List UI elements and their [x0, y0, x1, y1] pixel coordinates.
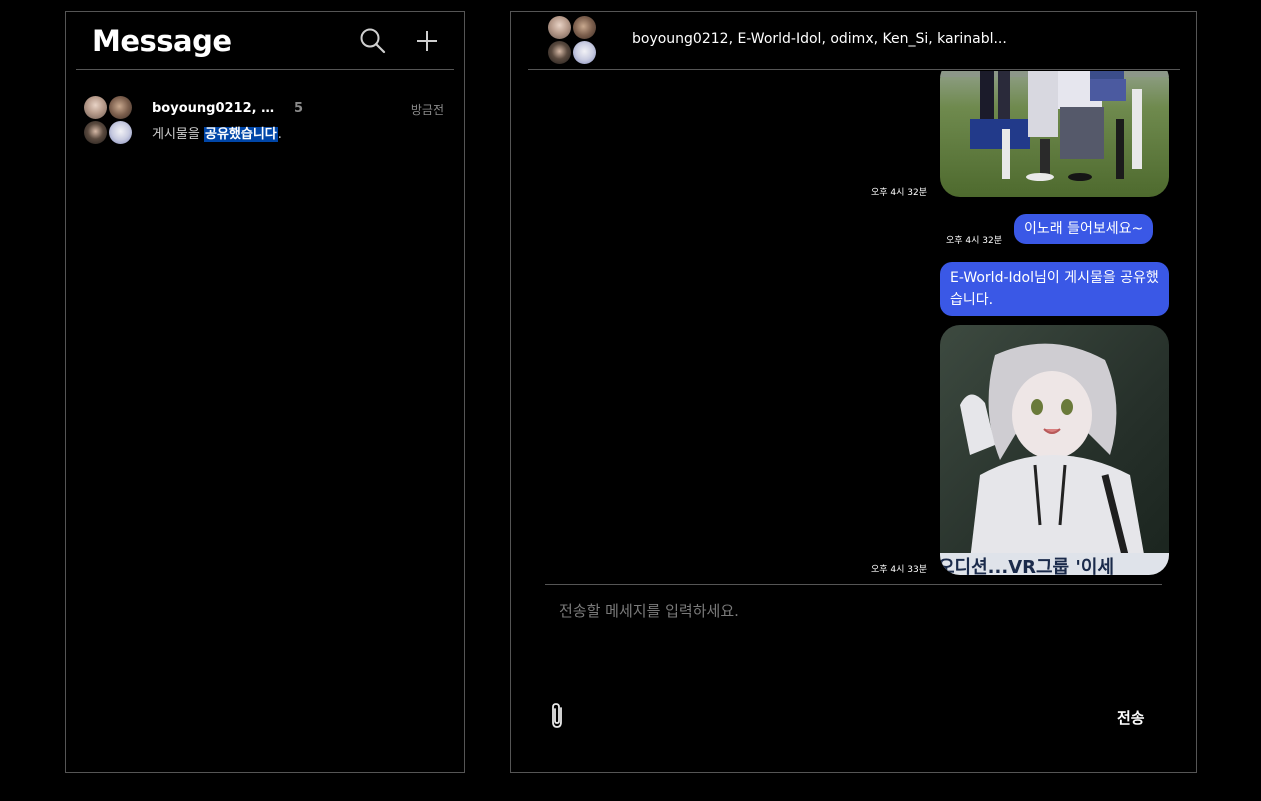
avatar	[109, 96, 132, 119]
paperclip-icon[interactable]	[547, 702, 569, 730]
message-bubble[interactable]: E-World-Idol님이 게시물을 공유했습니다.	[940, 262, 1169, 316]
group-avatar	[548, 16, 598, 66]
shared-image-message[interactable]	[940, 71, 1169, 197]
conversation-time: 방금전	[410, 103, 444, 117]
group-avatar	[84, 96, 134, 146]
preview-suffix: .	[277, 127, 282, 142]
new-message-plus-icon[interactable]	[412, 26, 442, 56]
preview-highlight: 공유했습니다	[203, 127, 278, 142]
message-time: 오후 4시 32분	[946, 236, 1003, 246]
avatar	[548, 41, 571, 64]
avatar	[573, 16, 596, 39]
message-time: 오후 4시 33분	[871, 565, 928, 575]
conversation-preview: 게시물을 공유했습니다.	[152, 123, 282, 142]
search-icon[interactable]	[358, 26, 388, 56]
message-bubble[interactable]: 이노래 들어보세요~	[1014, 214, 1154, 244]
avatar	[548, 16, 571, 39]
chat-room-title: boyoung0212, E-World-Idol, odimx, Ken_Si…	[632, 31, 1007, 47]
avatar-character-photo-icon	[940, 325, 1169, 575]
shared-image-message[interactable]: 오디션...VR그룹 '이세	[940, 325, 1169, 575]
conversation-name: boyoung0212, E-...	[152, 101, 280, 116]
message-time: 오후 4시 32분	[871, 188, 928, 198]
message-input[interactable]	[547, 594, 1157, 694]
avatar	[573, 41, 596, 64]
page-title: Message	[92, 24, 232, 58]
conversation-list-header: Message	[76, 12, 454, 70]
image-caption: 오디션...VR그룹 '이세	[940, 557, 1115, 575]
conversation-item[interactable]: boyoung0212, E-... 5 방금전 게시물을 공유했습니다.	[76, 94, 446, 148]
avatar	[84, 121, 107, 144]
unread-count-badge: 5	[294, 101, 304, 116]
avatar	[84, 96, 107, 119]
send-button[interactable]: 전송	[1117, 707, 1145, 728]
chat-room-header: boyoung0212, E-World-Idol, odimx, Ken_Si…	[528, 12, 1180, 70]
composer-divider	[545, 584, 1162, 585]
preview-prefix: 게시물을	[152, 127, 204, 142]
avatar	[109, 121, 132, 144]
message-list[interactable]: 오후 4시 32분 이노래 들어보세요~ 오후 4시 32분 E-World-I…	[511, 71, 1196, 587]
conversation-list-panel: Message boyoung0212, E-... 5 방금전 게시물을 공유…	[65, 11, 465, 773]
chat-room-panel: boyoung0212, E-World-Idol, odimx, Ken_Si…	[510, 11, 1197, 773]
dancers-photo-icon	[940, 71, 1169, 197]
